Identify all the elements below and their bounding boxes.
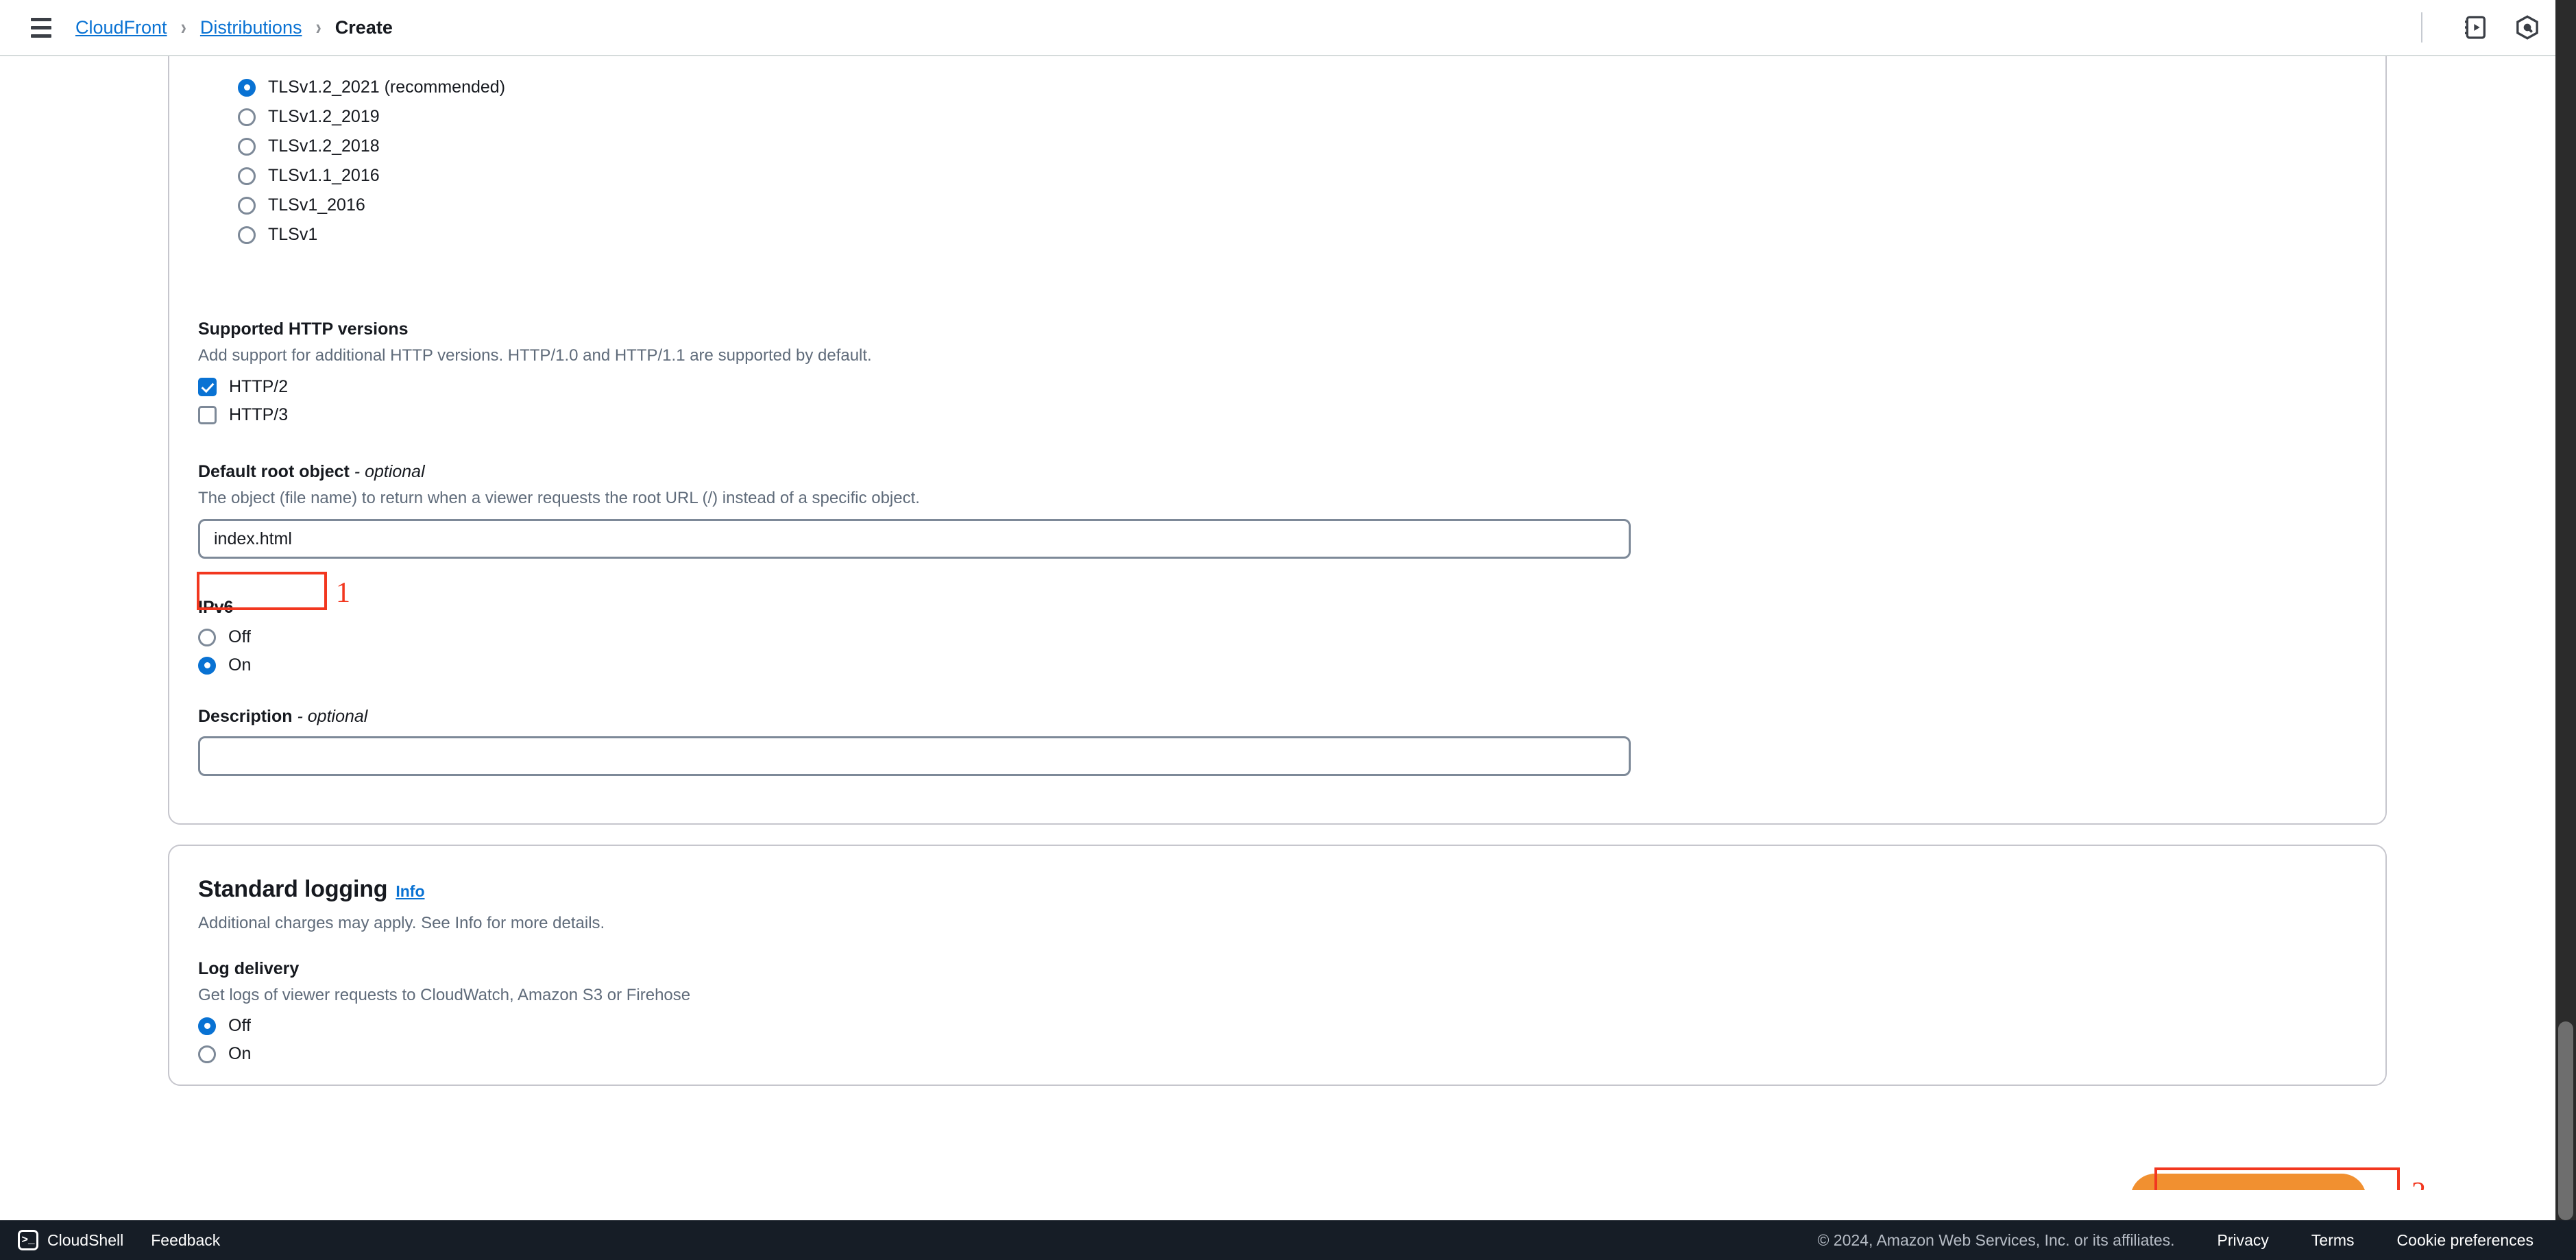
log-delivery-group: Log delivery Get logs of viewer requests… — [198, 959, 690, 1064]
breadcrumb: CloudFront › Distributions › Create — [75, 14, 393, 39]
checkbox-indicator — [198, 378, 217, 397]
optional-suffix: - optional — [354, 462, 425, 481]
privacy-link[interactable]: Privacy — [2217, 1231, 2269, 1250]
feedback-link[interactable]: Feedback — [151, 1231, 220, 1250]
optional-suffix: - optional — [297, 707, 368, 726]
log-delivery-label: Log delivery — [198, 959, 300, 978]
default-root-object-input[interactable] — [198, 519, 1631, 559]
standard-logging-panel: Standard logging Info Additional charges… — [168, 845, 2387, 1086]
radio-tls-v11-2016[interactable]: TLSv1.1_2016 — [238, 166, 505, 186]
tutorials-icon[interactable] — [2455, 8, 2495, 47]
terms-link[interactable]: Terms — [2311, 1231, 2355, 1250]
breadcrumb-separator: › — [180, 14, 186, 39]
radio-log-delivery-off[interactable]: Off — [198, 1016, 690, 1036]
breadcrumb-item-cloudfront[interactable]: CloudFront — [75, 17, 167, 38]
radio-indicator — [198, 628, 216, 646]
checkbox-label: HTTP/2 — [229, 377, 289, 397]
amazon-q-icon[interactable] — [2507, 8, 2547, 47]
cancel-button[interactable]: Cancel — [2030, 1188, 2091, 1191]
header-actions — [2421, 0, 2576, 55]
checkbox-http3[interactable]: HTTP/3 — [198, 405, 872, 425]
radio-label: TLSv1_2016 — [268, 195, 365, 215]
checkbox-indicator — [198, 406, 217, 425]
breadcrumb-separator: › — [315, 14, 321, 39]
radio-indicator — [198, 1017, 216, 1035]
footer-left-group: >_ CloudShell Feedback — [18, 1230, 220, 1250]
radio-label: On — [228, 655, 252, 675]
radio-indicator — [238, 137, 256, 156]
settings-panel-body: TLSv1.2_2021 (recommended) TLSv1.2_2019 … — [169, 56, 2385, 823]
http-versions-group: Supported HTTP versions Add support for … — [198, 319, 872, 425]
radio-label: TLSv1 — [268, 225, 318, 244]
hamburger-menu-icon[interactable] — [26, 12, 56, 43]
radio-tls-v1[interactable]: TLSv1 — [238, 225, 505, 245]
cloudshell-label: CloudShell — [47, 1231, 124, 1249]
distribution-settings-panel: TLSv1.2_2021 (recommended) TLSv1.2_2019 … — [168, 56, 2387, 825]
copyright-text: © 2024, Amazon Web Services, Inc. or its… — [1817, 1231, 2175, 1249]
radio-label: TLSv1.2_2021 (recommended) — [268, 77, 506, 97]
http-versions-description: Add support for additional HTTP versions… — [198, 346, 872, 365]
annotation-number-2: 2 — [2411, 1178, 2426, 1190]
radio-tls-v1-2016[interactable]: TLSv1_2016 — [238, 195, 505, 215]
header-divider — [2421, 12, 2422, 43]
standard-logging-title: Standard logging — [198, 876, 388, 902]
radio-log-delivery-on[interactable]: On — [198, 1044, 690, 1064]
radio-indicator — [198, 1045, 216, 1063]
radio-indicator — [238, 226, 256, 244]
checkbox-label: HTTP/3 — [229, 405, 289, 425]
radio-label: TLSv1.1_2016 — [268, 166, 380, 185]
bottom-footer-bar: >_ CloudShell Feedback © 2024, Amazon We… — [0, 1220, 2576, 1260]
radio-indicator — [238, 196, 256, 215]
hamburger-line — [31, 17, 51, 21]
radio-ipv6-off[interactable]: Off — [198, 627, 251, 647]
description-label: Description - optional — [198, 707, 1631, 727]
default-root-object-group: Default root object - optional The objec… — [198, 462, 1631, 559]
cloudshell-icon: >_ — [18, 1230, 38, 1250]
ipv6-label: IPv6 — [198, 598, 234, 617]
description-group: Description - optional — [198, 707, 1631, 776]
standard-logging-info-link[interactable]: Info — [396, 882, 424, 901]
radio-indicator — [198, 656, 216, 675]
radio-indicator — [238, 108, 256, 126]
http-versions-label: Supported HTTP versions — [198, 319, 409, 339]
create-distribution-button[interactable]: Create distribution — [2130, 1174, 2366, 1190]
label-text: Default root object — [198, 462, 350, 481]
radio-label: Off — [228, 1016, 251, 1036]
main-content: The security policy determines the SSL o… — [0, 56, 2555, 1190]
page-scrollbar-thumb[interactable] — [2558, 1021, 2573, 1220]
breadcrumb-item-create: Create — [335, 16, 393, 38]
radio-tls-v12-2018[interactable]: TLSv1.2_2018 — [238, 136, 505, 156]
radio-label: On — [228, 1044, 252, 1064]
radio-indicator — [238, 167, 256, 185]
radio-ipv6-on[interactable]: On — [198, 655, 251, 675]
radio-label: TLSv1.2_2019 — [268, 107, 380, 126]
ipv6-group: IPv6 Off On — [198, 598, 251, 675]
logging-panel-body: Standard logging Info Additional charges… — [169, 846, 2385, 1085]
description-input[interactable] — [198, 736, 1631, 776]
form-actions: Cancel Create distribution — [2030, 1174, 2366, 1190]
default-root-object-description: The object (file name) to return when a … — [198, 489, 920, 507]
label-text: Description — [198, 707, 293, 726]
cloudshell-button[interactable]: >_ CloudShell — [18, 1230, 123, 1250]
breadcrumb-item-distributions[interactable]: Distributions — [200, 17, 302, 38]
standard-logging-description: Additional charges may apply. See Info f… — [198, 914, 605, 932]
radio-label: TLSv1.2_2018 — [268, 136, 380, 156]
radio-indicator — [238, 78, 256, 97]
hamburger-line — [31, 34, 51, 38]
top-header-bar: CloudFront › Distributions › Create — [0, 0, 2576, 56]
footer-right-group: © 2024, Amazon Web Services, Inc. or its… — [1817, 1231, 2534, 1250]
checkbox-http2[interactable]: HTTP/2 — [198, 377, 872, 397]
annotation-number-1: 1 — [336, 577, 350, 609]
standard-logging-heading-row: Standard logging Info — [198, 876, 425, 903]
default-root-object-label: Default root object - optional — [198, 462, 1631, 482]
hamburger-line — [31, 25, 51, 29]
radio-tls-v12-2021[interactable]: TLSv1.2_2021 (recommended) — [238, 77, 505, 97]
radio-tls-v12-2019[interactable]: TLSv1.2_2019 — [238, 107, 505, 127]
log-delivery-description: Get logs of viewer requests to CloudWatc… — [198, 986, 691, 1004]
security-policy-radio-group: TLSv1.2_2021 (recommended) TLSv1.2_2019 … — [238, 77, 505, 245]
page-scrollbar-track[interactable] — [2555, 0, 2576, 1220]
radio-label: Off — [228, 627, 251, 646]
cookie-preferences-link[interactable]: Cookie preferences — [2397, 1231, 2534, 1250]
